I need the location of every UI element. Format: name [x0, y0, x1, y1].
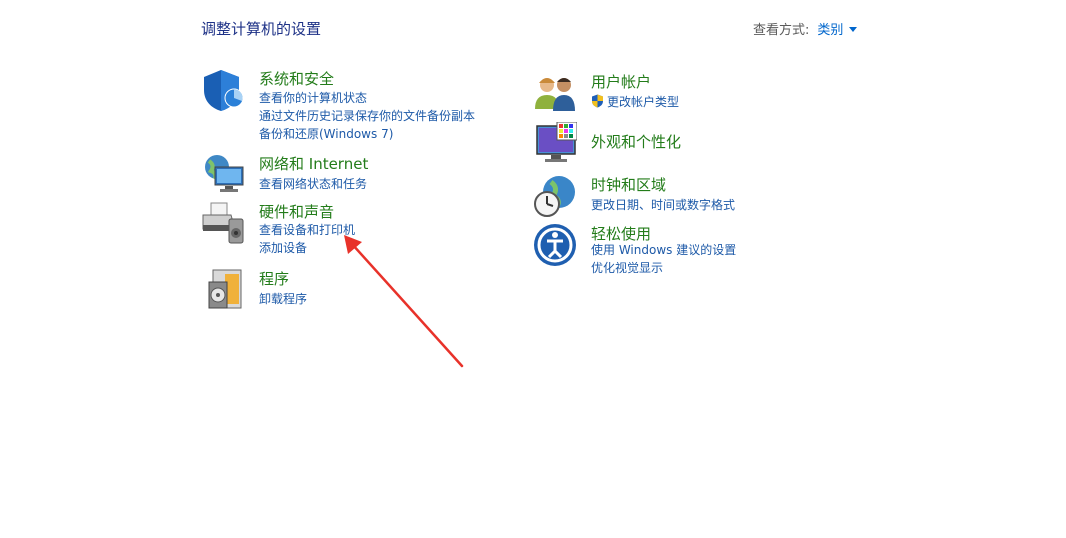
category-title-programs[interactable]: 程序: [259, 268, 289, 289]
uac-shield-icon: [592, 94, 603, 108]
clock-globe-icon[interactable]: [533, 174, 577, 218]
link-view-computer-status[interactable]: 查看你的计算机状态: [259, 89, 367, 106]
chevron-down-icon[interactable]: [849, 27, 858, 32]
link-windows-recommended-settings[interactable]: 使用 Windows 建议的设置: [591, 241, 736, 258]
link-add-device[interactable]: 添加设备: [259, 239, 307, 256]
appearance-monitor-icon[interactable]: [533, 122, 577, 166]
link-backup-restore[interactable]: 备份和还原(Windows 7): [259, 125, 393, 142]
view-by-dropdown[interactable]: 类别: [817, 23, 858, 38]
programs-box-icon[interactable]: [201, 268, 245, 312]
category-title-network-internet[interactable]: 网络和 Internet: [259, 153, 368, 174]
view-by-label: 查看方式:: [753, 23, 810, 38]
users-icon[interactable]: [533, 71, 577, 115]
link-optimize-visual-display[interactable]: 优化视觉显示: [591, 259, 663, 276]
category-title-hardware-sound[interactable]: 硬件和声音: [259, 201, 334, 222]
category-title-system-security[interactable]: 系统和安全: [259, 68, 334, 89]
printer-speaker-icon[interactable]: [201, 201, 245, 245]
view-by: 查看方式: 类别: [753, 19, 858, 38]
network-globe-icon[interactable]: [201, 153, 245, 197]
category-title-user-accounts[interactable]: 用户帐户: [591, 71, 651, 92]
link-file-history[interactable]: 通过文件历史记录保存你的文件备份副本: [259, 107, 475, 124]
link-change-account-type[interactable]: 更改帐户类型: [591, 93, 679, 110]
link-change-date-time-format[interactable]: 更改日期、时间或数字格式: [591, 196, 735, 213]
link-devices-printers[interactable]: 查看设备和打印机: [259, 221, 355, 238]
view-by-value[interactable]: 类别: [817, 23, 843, 38]
ease-of-access-icon[interactable]: [533, 223, 577, 267]
category-title-clock-region[interactable]: 时钟和区域: [591, 174, 666, 195]
page-title: 调整计算机的设置: [201, 20, 322, 38]
link-network-status-tasks[interactable]: 查看网络状态和任务: [259, 175, 367, 192]
link-uninstall-program[interactable]: 卸载程序: [259, 290, 307, 307]
category-title-appearance[interactable]: 外观和个性化: [591, 131, 681, 152]
link-change-account-type-label[interactable]: 更改帐户类型: [607, 95, 679, 109]
security-shield-icon[interactable]: [201, 68, 245, 112]
